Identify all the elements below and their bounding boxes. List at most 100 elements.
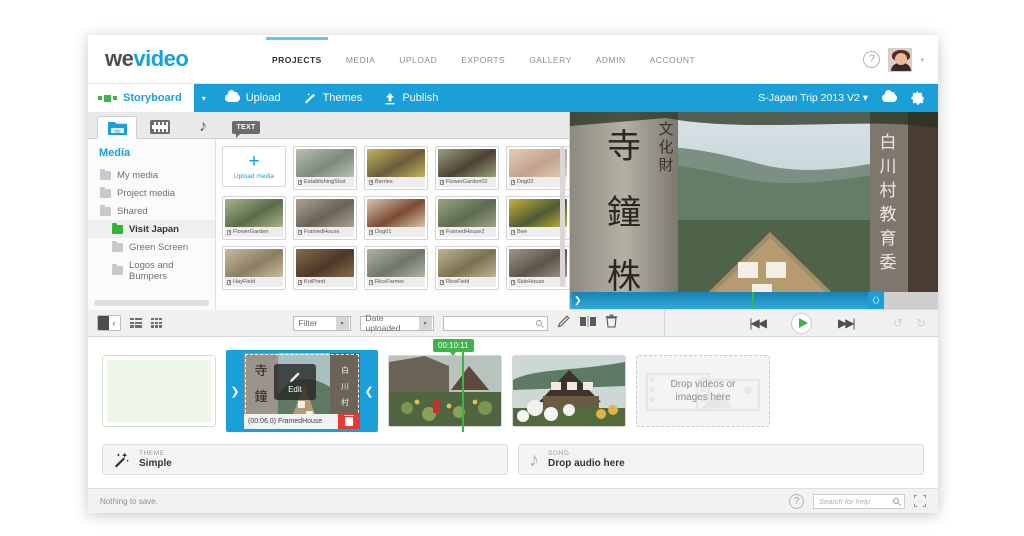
avatar[interactable]: [888, 47, 913, 72]
media-tile[interactable]: Dog01: [364, 196, 428, 240]
media-tile[interactable]: FlowerGarden: [222, 196, 286, 240]
media-search-input[interactable]: [442, 315, 548, 331]
media-grid-container: + Upload media EstablishingShot Berries Fl…: [216, 139, 569, 310]
tab-text[interactable]: TEXT: [226, 116, 266, 138]
panel-collapse-toggle[interactable]: ‹: [97, 315, 121, 331]
storyboard-dropdown-caret-icon[interactable]: ▾: [194, 84, 214, 112]
media-tile[interactable]: KoiPond: [293, 246, 357, 290]
clip-edit-button[interactable]: Edit: [274, 364, 316, 400]
tree-item-my-media[interactable]: My media: [88, 166, 215, 184]
tab-audio[interactable]: ♪: [183, 116, 223, 138]
media-tile-caption: EstablishingShot: [296, 177, 354, 187]
main-content-area: Me ♪ TEXT Media My media Project media S…: [88, 112, 938, 310]
project-name-dropdown[interactable]: S-Japan Trip 2013 V2 ▾: [758, 92, 868, 104]
media-tile-label: Dog02: [517, 179, 534, 185]
nav-item-gallery[interactable]: GALLERY: [527, 37, 574, 82]
collapse-filled-icon: [98, 316, 109, 330]
media-thumbnail: [438, 249, 496, 277]
skip-next-button[interactable]: ▶▶|: [838, 316, 856, 330]
preview-trim-bar[interactable]: ❯ 〈〉: [570, 292, 938, 309]
delete-trash-icon[interactable]: [605, 314, 618, 333]
nav-item-admin[interactable]: ADMIN: [594, 37, 628, 82]
dropzone-line2: images here: [675, 392, 731, 403]
media-thumbnail: [509, 249, 567, 277]
sort-select[interactable]: Date uploaded ▾: [359, 313, 434, 333]
storyboard-clip-empty[interactable]: [102, 355, 216, 427]
nav-item-account[interactable]: ACCOUNT: [648, 37, 698, 82]
play-button[interactable]: [791, 312, 812, 334]
upload-button[interactable]: Upload: [214, 84, 292, 112]
media-tile[interactable]: FramedHouse: [293, 196, 357, 240]
tree-item-project-media[interactable]: Project media: [88, 184, 215, 202]
split-clip-icon[interactable]: [579, 314, 596, 332]
publish-button[interactable]: Publish: [373, 84, 449, 112]
media-type-icon: [440, 279, 444, 285]
trim-right-handle[interactable]: 〈〉: [868, 292, 884, 309]
tree-item-green-screen[interactable]: Green Screen: [88, 238, 215, 256]
filter-select[interactable]: Filter ▾: [292, 315, 351, 331]
tree-item-shared[interactable]: Shared: [88, 202, 215, 220]
redo-icon[interactable]: ↻: [916, 316, 926, 330]
media-tile[interactable]: RiceField: [435, 246, 499, 290]
trim-playhead[interactable]: [752, 292, 755, 309]
song-selector[interactable]: ♪ SONG Drop audio here: [518, 444, 924, 475]
media-tile[interactable]: HayField: [222, 246, 286, 290]
storyboard-clip-selected[interactable]: ❯ 寺鐘 白川村 Edit (00:06.0) FramedHouse ❮ 00…: [226, 339, 474, 432]
themes-button[interactable]: Themes: [292, 84, 374, 112]
trim-left-handle[interactable]: ❯: [570, 295, 586, 306]
nav-item-media[interactable]: MEDIA: [344, 37, 377, 82]
clip-delete-button[interactable]: [338, 414, 360, 429]
skip-previous-button[interactable]: |◀◀: [749, 316, 767, 330]
sort-select-value: Date uploaded: [365, 313, 401, 333]
status-bar: Nothing to save. ? Search for help: [88, 488, 938, 513]
tab-media[interactable]: Me: [97, 116, 137, 139]
tree-horizontal-scrollbar[interactable]: [94, 300, 209, 306]
tab-transitions[interactable]: [140, 116, 180, 138]
media-tile[interactable]: EstablishingShot: [293, 146, 357, 190]
svg-text:村: 村: [880, 181, 897, 200]
storyboard-tab[interactable]: Storyboard: [88, 84, 194, 112]
grid-view-icon[interactable]: [150, 318, 163, 328]
storyboard-icon: [98, 94, 117, 102]
upload-media-tile[interactable]: + Upload media: [222, 146, 286, 187]
media-thumbnail: [225, 249, 283, 277]
help-icon[interactable]: ?: [789, 493, 804, 509]
tree-item-logos-and-bumpers[interactable]: Logos and Bumpers: [88, 256, 215, 285]
storyboard-dropzone[interactable]: Drop videos or images here: [636, 355, 770, 427]
tree-item-visit-japan[interactable]: Visit Japan: [88, 220, 215, 238]
edit-pencil-icon[interactable]: [557, 314, 571, 333]
trim-waveform: [570, 292, 884, 309]
video-preview[interactable]: 寺鐘株 文化財 白川村教育委 ❯ 〈〉: [570, 112, 938, 309]
theme-selector[interactable]: THEME Simple: [102, 444, 508, 475]
storyboard-playhead[interactable]: 00:10:11: [433, 339, 474, 432]
list-view-icon[interactable]: [129, 318, 142, 328]
media-tile[interactable]: FramedHouse2: [435, 196, 499, 240]
nav-item-upload[interactable]: UPLOAD: [397, 37, 439, 82]
nav-item-exports[interactable]: EXPORTS: [459, 37, 507, 82]
clip-move-right-arrow[interactable]: ❮: [360, 385, 378, 398]
chevron-down-icon[interactable]: ▾: [920, 56, 924, 64]
storyboard-clip-framedhouse2[interactable]: [512, 355, 626, 427]
theme-value: Simple: [139, 458, 172, 469]
media-tile[interactable]: FlowerGarden02: [435, 146, 499, 190]
nav-item-projects[interactable]: PROJECTS: [266, 37, 328, 82]
clip-move-left-arrow[interactable]: ❯: [226, 385, 244, 398]
theme-song-row: THEME Simple ♪ SONG Drop audio here: [88, 444, 938, 475]
storyboard-clip-flowergarden[interactable]: [388, 355, 502, 427]
gear-icon[interactable]: [911, 91, 925, 105]
media-tile-label: RiceFarmer: [375, 279, 405, 285]
search-icon: [893, 497, 899, 504]
undo-icon[interactable]: ↺: [893, 316, 903, 330]
help-search-input[interactable]: Search for help: [813, 493, 905, 509]
folder-open-icon: [100, 204, 111, 216]
trim-range[interactable]: ❯: [570, 292, 884, 309]
themes-button-label: Themes: [322, 92, 363, 104]
media-tile[interactable]: RiceFarmer: [364, 246, 428, 290]
fullscreen-icon[interactable]: [914, 495, 926, 507]
help-icon[interactable]: ?: [863, 51, 881, 68]
svg-text:株: 株: [607, 258, 641, 296]
media-grid-scrollbar[interactable]: [560, 147, 565, 287]
media-tile[interactable]: Berries: [364, 146, 428, 190]
cloud-sync-icon[interactable]: [882, 90, 897, 102]
wevideo-logo[interactable]: wevideo: [105, 48, 189, 70]
